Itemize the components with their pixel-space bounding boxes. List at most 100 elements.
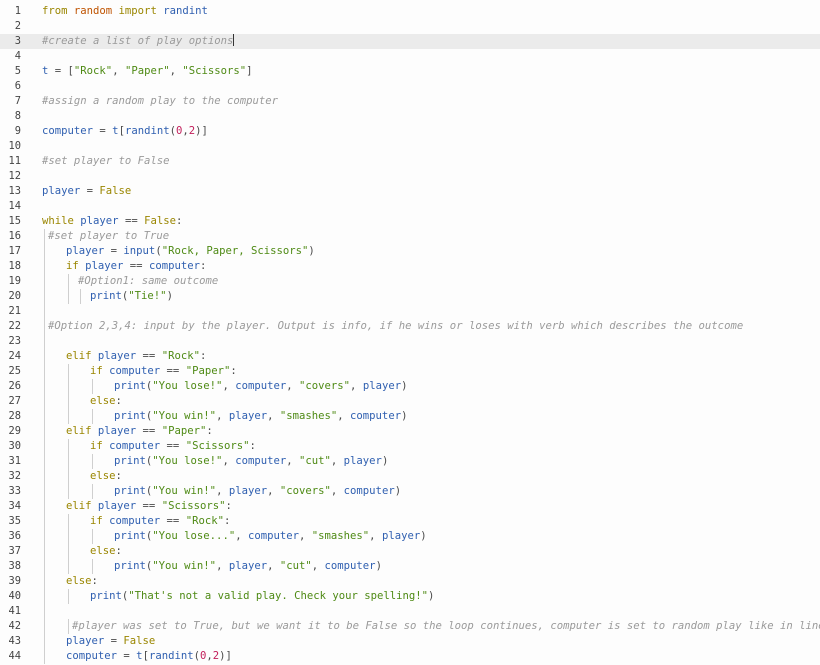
code-token: if <box>90 365 110 377</box>
code-token: else <box>90 470 116 482</box>
code-line[interactable]: 39 else: <box>0 574 820 589</box>
code-line[interactable]: 8 <box>0 109 820 124</box>
code-line[interactable]: 31 print("You lose!", computer, "cut", pl… <box>0 454 820 469</box>
code-line[interactable]: 15 while player == False: <box>0 214 820 229</box>
code-line[interactable]: 33 print("You win!", player, "covers", co… <box>0 484 820 499</box>
code-line[interactable]: 10 <box>0 139 820 154</box>
code-line[interactable]: 43 player = False <box>0 634 820 649</box>
code-token: False <box>123 635 156 647</box>
code-token: : <box>223 515 231 527</box>
code-line[interactable]: 20 print("Tie!") <box>0 289 820 304</box>
code-line[interactable]: 16 #set player to True <box>0 229 820 244</box>
code-line[interactable]: 34 elif player == "Scissors": <box>0 499 820 514</box>
code-line[interactable]: 13 player = False <box>0 184 820 199</box>
code-line[interactable]: 2 <box>0 19 820 34</box>
code-line[interactable]: 30 if computer == "Scissors": <box>0 439 820 454</box>
code-token: , <box>330 455 344 467</box>
code-text: computer = t[randint(0,2)] <box>66 649 232 664</box>
code-token: ) <box>381 455 389 467</box>
code-line[interactable]: 21 <box>0 304 820 319</box>
line-number: 19 <box>8 275 21 287</box>
code-editor[interactable]: 1 from random import randint 2 3 #create a l… <box>0 0 820 665</box>
code-line[interactable]: 25 if computer == "Paper": <box>0 364 820 379</box>
code-line[interactable]: 14 <box>0 199 820 214</box>
code-token: #set player to False <box>42 155 170 167</box>
code-token: False <box>99 185 132 197</box>
code-line[interactable]: 44 computer = t[randint(0,2)] <box>0 649 820 664</box>
line-number: 31 <box>8 455 21 467</box>
code-token: "Paper" <box>124 65 170 77</box>
code-line[interactable]: 19 #Option1: same outcome <box>0 274 820 289</box>
code-token: , <box>216 485 229 497</box>
code-token: elif <box>66 425 98 437</box>
code-token: , <box>330 485 344 497</box>
code-token: "Paper" <box>185 365 231 377</box>
code-line[interactable]: 24 elif player == "Rock": <box>0 349 820 364</box>
code-line-current[interactable]: 3 #create a list of play options <box>0 34 820 49</box>
code-line[interactable]: 11 #set player to False <box>0 154 820 169</box>
code-line[interactable]: 27 else: <box>0 394 820 409</box>
code-token: from <box>42 5 74 17</box>
line-number: 15 <box>8 215 21 227</box>
code-token: "Tie!" <box>128 290 167 302</box>
code-token: == <box>118 215 145 227</box>
code-token: : <box>230 365 237 377</box>
code-token: , <box>216 560 229 572</box>
code-line[interactable]: 35 if computer == "Rock": <box>0 514 820 529</box>
code-token: = <box>104 245 124 257</box>
code-line[interactable]: 12 <box>0 169 820 184</box>
code-line[interactable]: 37 else: <box>0 544 820 559</box>
code-token: player <box>228 560 268 572</box>
code-line[interactable]: 5 t = ["Rock", "Paper", "Scissors"] <box>0 64 820 79</box>
line-number: 43 <box>8 635 21 647</box>
indent-guide <box>68 589 69 604</box>
code-token: "Paper" <box>161 425 207 437</box>
code-token: "cut" <box>299 455 331 467</box>
code-token: input <box>123 245 156 257</box>
code-line[interactable]: 38 print("You win!", player, "cut", compu… <box>0 559 820 574</box>
code-line[interactable]: 41 <box>0 604 820 619</box>
code-text: elif player == "Paper": <box>66 424 213 439</box>
code-line[interactable]: 42 #player was set to True, but we want i… <box>0 619 820 634</box>
code-token: , <box>286 380 300 392</box>
code-token: player <box>85 260 124 272</box>
code-token: player <box>228 485 268 497</box>
code-line[interactable]: 23 <box>0 334 820 349</box>
code-token: player <box>66 245 105 257</box>
code-line[interactable]: 26 print("You lose!", computer, "covers",… <box>0 379 820 394</box>
code-token: elif <box>66 500 98 512</box>
code-token: )] <box>195 125 208 137</box>
code-token: player <box>42 185 81 197</box>
code-text: elif player == "Rock": <box>66 349 206 364</box>
code-token: randint <box>124 125 170 137</box>
code-line[interactable]: 4 <box>0 49 820 64</box>
code-line[interactable]: 28 print("You win!", player, "smashes", c… <box>0 409 820 424</box>
code-line[interactable]: 22 #Option 2,3,4: input by the player. Ou… <box>0 319 820 334</box>
code-token: == <box>160 515 186 527</box>
indent-guide <box>68 274 69 304</box>
code-line[interactable]: 40 print("That's not a valid play. Check … <box>0 589 820 604</box>
code-line[interactable]: 32 else: <box>0 469 820 484</box>
code-token: , <box>235 530 248 542</box>
code-line[interactable]: 9 computer = t[randint(0,2)] <box>0 124 820 139</box>
code-token: : <box>115 395 122 407</box>
code-line[interactable]: 18 if player == computer: <box>0 259 820 274</box>
code-token: , <box>112 65 125 77</box>
code-text: #set player to True <box>48 229 169 244</box>
code-text: if computer == "Scissors": <box>90 439 256 454</box>
code-token: random <box>73 5 113 17</box>
code-token: = [ <box>48 65 74 77</box>
code-line[interactable]: 36 print("You lose...", computer, "smashe… <box>0 529 820 544</box>
line-number: 23 <box>8 335 21 347</box>
code-token: , <box>169 65 183 77</box>
code-line[interactable]: 6 <box>0 79 820 94</box>
code-line[interactable]: 1 from random import randint <box>0 4 820 19</box>
code-text: #Option 2,3,4: input by the player. Outp… <box>48 319 743 334</box>
code-line[interactable]: 29 elif player == "Paper": <box>0 424 820 439</box>
code-token: , <box>350 380 363 392</box>
code-line[interactable]: 7 #assign a random play to the computer <box>0 94 820 109</box>
code-line[interactable]: 17 player = input("Rock, Paper, Scissors"… <box>0 244 820 259</box>
code-token: ) <box>401 380 408 392</box>
code-text: print("That's not a valid play. Check yo… <box>90 589 434 604</box>
code-token: print <box>114 485 146 497</box>
